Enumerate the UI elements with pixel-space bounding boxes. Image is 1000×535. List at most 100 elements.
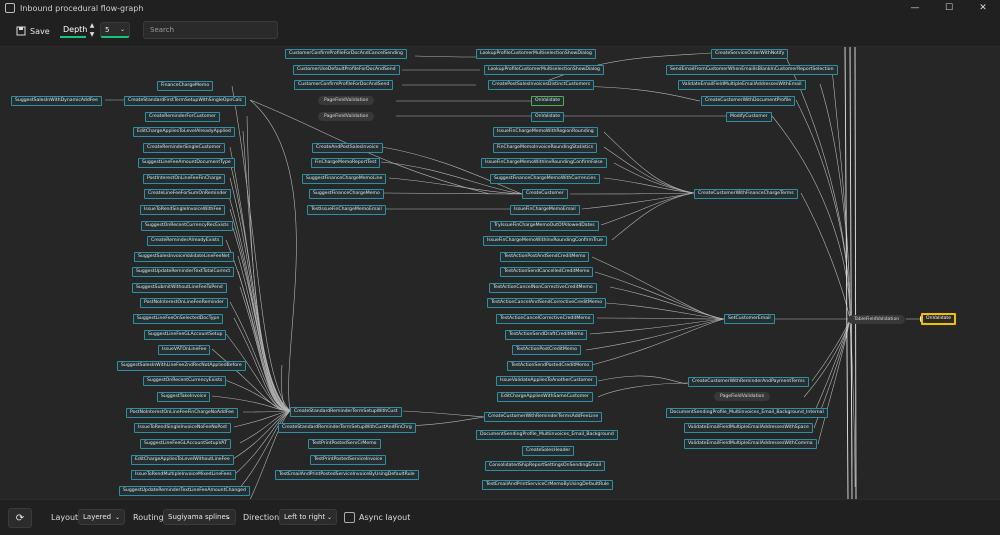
graph-node[interactable]: IssueFinChargeMemoWithInvRoundingConfirm…: [481, 158, 607, 168]
validation-pill[interactable]: PageFieldValidation: [714, 392, 771, 401]
graph-node[interactable]: SuggestTakeInvoice: [157, 392, 211, 402]
graph-node[interactable]: SuggestOnRecentCurrencyExists: [143, 376, 227, 386]
graph-node[interactable]: SuggestFinanceChargeMemoWithCurrencies: [490, 174, 600, 184]
graph-node[interactable]: FinChargeMemoReportTest: [311, 158, 381, 168]
graph-node[interactable]: IssueToRendSingleInvoiceWithFee: [140, 205, 226, 215]
graph-node[interactable]: TryIssueFinChargeMemoOutOfAllowedDates: [490, 221, 599, 231]
refresh-button[interactable]: ⟳: [8, 508, 32, 528]
graph-node[interactable]: CreateCustomerWithFinanceChargeTerms: [694, 189, 798, 199]
graph-node[interactable]: TestActionCancelCorrectiveCreditMemo: [496, 314, 595, 324]
graph-node[interactable]: SuggestSalesInWithLineFee2ndRecNotApplie…: [117, 361, 246, 371]
validation-pill[interactable]: PageFieldValidation: [318, 96, 375, 105]
graph-node[interactable]: PostInterestOnLineFeeFinCharge: [143, 174, 226, 184]
chevron-down-icon[interactable]: ▼: [87, 30, 97, 39]
search-input[interactable]: Search: [143, 21, 278, 39]
graph-node[interactable]: CreateLineFeeForSumOnReminder: [144, 189, 231, 199]
graph-node[interactable]: ValidateEmailFieldMultipleEmailAddresses…: [684, 439, 817, 449]
graph-node[interactable]: ValidateEmailFieldMultipleEmailAddresses…: [678, 80, 806, 90]
graph-node[interactable]: DocumentSendingProfile_Multiinvoices_Ema…: [476, 430, 618, 440]
graph-node[interactable]: IssueFinChargeMemoWithInvRoundingConfirm…: [483, 236, 607, 246]
graph-node[interactable]: TestActionCancelNonCorrectiveCreditMemo: [489, 283, 597, 293]
graph-node[interactable]: EditChargeAppliesToLevelAlreadyApplied: [133, 127, 235, 137]
graph-node[interactable]: CreateReminderForCustomer: [145, 112, 220, 122]
graph-node[interactable]: IssueValidateAppliesToAnotherCustomer: [496, 376, 597, 386]
graph-node[interactable]: PostNoInterestOnLineFeeReminder: [140, 298, 228, 308]
graph-node[interactable]: CreateReminderAlreadyExists: [147, 236, 224, 246]
graph-node[interactable]: SuggestUpdateReminderTextTotalCorrect: [132, 267, 235, 277]
routing-select[interactable]: Sugiyama splines ⌄: [163, 509, 236, 525]
graph-node[interactable]: IssueVATOnLineFee: [158, 345, 211, 355]
depth-select[interactable]: 5 ⌄: [100, 22, 130, 38]
graph-node[interactable]: DocumentSendingProfile_Multiinvoices_Ema…: [666, 408, 828, 418]
graph-node[interactable]: SuggestLineFeeGLAccountSetupVAT: [140, 439, 231, 449]
graph-node[interactable]: TestActionPostAndSendCreditMemo: [500, 252, 590, 262]
graph-node[interactable]: CreateStandardReminderTermSetupWithCust: [290, 407, 402, 417]
maximize-icon[interactable]: ☐: [932, 0, 966, 16]
save-button[interactable]: Save: [16, 24, 50, 38]
graph-node[interactable]: IssueFinChargeMemoEmail: [510, 205, 580, 215]
graph-node[interactable]: CreateAndPostSalesInvoice: [312, 143, 383, 153]
graph-node[interactable]: EditChargeAppliesToLevelWithoutLineFee: [131, 455, 234, 465]
validation-pill[interactable]: TableFieldValidation: [848, 315, 906, 324]
graph-node[interactable]: CreateSalesHeader: [522, 446, 575, 456]
graph-node[interactable]: TestActionCancelAndSendCorrectiveCreditM…: [487, 298, 607, 308]
graph-node[interactable]: CreateStandardReminderTermSetupWithCustA…: [278, 423, 416, 433]
graph-node[interactable]: LookupProfileCustomerMultiselectionShowD…: [476, 49, 596, 59]
graph-node[interactable]: TestActionPostCreditMemo: [512, 345, 581, 355]
selected-graph-node[interactable]: OnValidate: [921, 313, 957, 325]
graph-node[interactable]: ConsolidatedShipReportSettingsOnSendingE…: [485, 461, 605, 471]
graph-node[interactable]: SetCustomerEmail: [724, 314, 775, 324]
chevron-up-icon[interactable]: ▲: [87, 21, 97, 30]
graph-node[interactable]: SuggestSalesInvoiceValidateLineFeeNet: [134, 252, 234, 262]
graph-node[interactable]: SuggestSalesInWithDynamicAddFee: [11, 96, 102, 106]
graph-node[interactable]: PostNoInterestOnLineFeeFinChargeNoAddFee: [126, 408, 238, 418]
graph-node[interactable]: CustomerUseDefaultProfileForDocAndSend: [293, 65, 400, 75]
graph-node[interactable]: FinanceChargeMemo: [157, 81, 214, 91]
depth-stepper[interactable]: ▲ ▼: [87, 21, 97, 39]
graph-node[interactable]: ModifyCustomer: [726, 112, 772, 122]
graph-node[interactable]: CreateReminderSingleCustomer: [143, 143, 225, 153]
graph-node[interactable]: CreateCustomerWithReminderTermsAddFeeLin…: [484, 412, 603, 422]
layout-select[interactable]: Layered ⌄: [78, 509, 125, 525]
graph-node[interactable]: TestActionSendCancelledCreditMemo: [500, 267, 594, 277]
graph-node[interactable]: ValidateEmailFieldMultipleEmailAddresses…: [684, 423, 813, 433]
async-layout-checkbox[interactable]: [344, 512, 355, 523]
graph-node[interactable]: SuggestFinanceChargeMemoLine: [302, 174, 387, 184]
graph-node[interactable]: SuggestLineFeeOnSelectedDocType: [133, 314, 224, 324]
graph-node[interactable]: CustomerConfirmProfileForDocAndCancelSen…: [285, 49, 407, 59]
graph-node[interactable]: IssueToRendSingleInvoiceNoFeeNoPost: [134, 423, 232, 433]
graph-node[interactable]: CreateCustomerWithReminderAndPaymentTerm…: [688, 377, 809, 387]
graph-node[interactable]: CreatePostSalesInvoicesDistinctCustomers: [488, 80, 595, 90]
graph-node[interactable]: FinChargeMemoInvoiceRoundingStatistics: [493, 143, 598, 153]
graph-node[interactable]: IssueToRendMultipleInvoiceMixedLineFees: [131, 470, 236, 480]
graph-node[interactable]: SuggestOnRecentCurrencyRecExists: [141, 221, 233, 231]
graph-node[interactable]: EditChargeAppliesWithSameCustomer: [497, 392, 593, 402]
close-icon[interactable]: ✕: [966, 0, 1000, 16]
graph-node[interactable]: SuggestFinanceChargeMemo: [309, 189, 384, 199]
graph-node[interactable]: CreateCustomerWithDocumentProfile: [701, 96, 796, 106]
graph-canvas[interactable]: SuggestSalesInWithDynamicAddFee CreateSt…: [0, 47, 1000, 499]
graph-node[interactable]: SuggestUpdateReminderTextLineFeeAmountCh…: [119, 486, 250, 496]
graph-node[interactable]: TestActionSendPostedCreditMemo: [507, 361, 594, 371]
graph-node[interactable]: TestIssueFinChargeMemoEmail: [307, 205, 386, 215]
graph-node[interactable]: CustomerConfirmProfileForDocAndSend: [294, 80, 394, 90]
graph-node[interactable]: CreateCustomer: [522, 189, 568, 199]
graph-node[interactable]: CreateStandardFirstTermSetupWithSingleOp…: [124, 96, 247, 106]
graph-node[interactable]: TestActionSendDraftCreditMemo: [505, 330, 588, 340]
minimize-icon[interactable]: —: [898, 0, 932, 16]
graph-node[interactable]: LookupProfileCustomerMultiselectionShowD…: [484, 65, 604, 75]
graph-node[interactable]: TestEmailAndPrintServiceCrMemoByUsingDef…: [482, 480, 613, 490]
graph-node[interactable]: SuggestLineFeeAmountDocumentType: [138, 158, 235, 168]
direction-select[interactable]: Left to right ⌄: [279, 509, 337, 525]
graph-node[interactable]: CreateServiceOrderWithNotify: [711, 49, 789, 59]
graph-node[interactable]: OnValidate: [531, 96, 565, 106]
graph-node[interactable]: SuggestSubmitWithoutLineFeeToPend: [132, 283, 227, 293]
graph-node[interactable]: TestPrintPostedServiceInvoice: [310, 455, 387, 465]
graph-node[interactable]: TestPrintPostedServCrMemo: [308, 439, 381, 449]
graph-node[interactable]: OnValidate: [531, 112, 565, 122]
validation-pill[interactable]: PageFieldValidation: [318, 112, 375, 121]
graph-node[interactable]: IssueFinChargeMemoWithRegionRounding: [493, 127, 598, 137]
graph-node[interactable]: TestEmailAndPrintPostedServiceInvoiceByU…: [275, 470, 419, 480]
graph-node[interactable]: SendEmailFromCustomerWhenEmailIsBlankInC…: [666, 65, 838, 75]
graph-node[interactable]: SuggestLineFeeGLAccountSetup: [144, 330, 227, 340]
